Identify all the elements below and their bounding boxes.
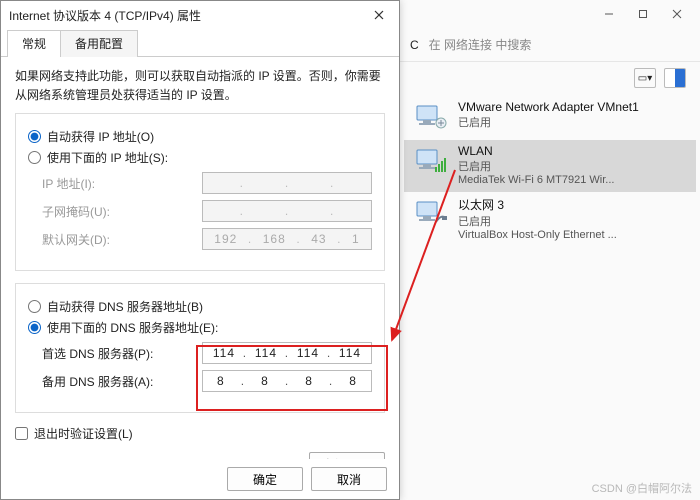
radio-auto-dns[interactable] <box>28 300 41 313</box>
radio-manual-dns[interactable] <box>28 321 41 334</box>
maximize-button[interactable] <box>626 2 660 26</box>
search-input[interactable]: 在 网络连接 中搜索 <box>429 36 690 53</box>
ip-group: 自动获得 IP 地址(O) 使用下面的 IP 地址(S): IP 地址(I): … <box>15 113 385 271</box>
tab-bar: 常规 备用配置 <box>1 29 399 57</box>
adapter-desc: VirtualBox Host-Only Ethernet ... <box>458 229 688 241</box>
validate-label: 退出时验证设置(L) <box>34 425 133 442</box>
advanced-button[interactable]: 高级(V)... <box>309 452 385 459</box>
pref-dns-label: 首选 DNS 服务器(P): <box>42 345 202 362</box>
adapter-status: 已启用 <box>458 114 688 130</box>
adapter-icon <box>412 144 450 178</box>
ok-button[interactable]: 确定 <box>227 467 303 491</box>
cancel-button[interactable]: 取消 <box>311 467 387 491</box>
radio-auto-ip[interactable] <box>28 130 41 143</box>
dialog-close-button[interactable] <box>367 3 391 27</box>
search-placeholder: 在 网络连接 中搜索 <box>429 36 532 53</box>
adapter-icon <box>412 196 450 230</box>
minimize-button[interactable] <box>592 2 626 26</box>
radio-manual-ip[interactable] <box>28 151 41 164</box>
window-close-button[interactable] <box>660 2 694 26</box>
ip-address-field: ... <box>202 172 372 194</box>
dialog-titlebar: Internet 协议版本 4 (TCP/IPv4) 属性 <box>1 1 399 29</box>
nav-back-icon[interactable]: C <box>410 38 419 52</box>
radio-auto-dns-label: 自动获得 DNS 服务器地址(B) <box>47 298 203 315</box>
adapter-item-vmnet1[interactable]: VMware Network Adapter VMnet1 已启用 <box>404 96 696 140</box>
adapter-name: WLAN <box>458 144 688 158</box>
subnet-mask-label: 子网掩码(U): <box>42 203 202 220</box>
view-mode-button[interactable]: ▭▾ <box>634 68 656 88</box>
dialog-footer: 确定 取消 <box>1 459 399 499</box>
radio-manual-dns-label: 使用下面的 DNS 服务器地址(E): <box>47 319 218 336</box>
preview-pane-button[interactable] <box>664 68 686 88</box>
adapter-list: VMware Network Adapter VMnet1 已启用 WLAN 已… <box>400 90 700 253</box>
adapter-name: VMware Network Adapter VMnet1 <box>458 100 688 114</box>
adapter-item-wlan[interactable]: WLAN 已启用 MediaTek Wi-Fi 6 MT7921 Wir... <box>404 140 696 192</box>
adapter-name: 以太网 3 <box>458 196 688 213</box>
adapter-desc: MediaTek Wi-Fi 6 MT7921 Wir... <box>458 174 688 186</box>
ip-address-label: IP 地址(I): <box>42 175 202 192</box>
address-toolbar: C 在 网络连接 中搜索 <box>400 28 700 62</box>
background-window: C 在 网络连接 中搜索 ▭▾ VMware Network Adapter V… <box>400 0 700 500</box>
radio-auto-ip-label: 自动获得 IP 地址(O) <box>47 128 154 145</box>
adapter-status: 已启用 <box>458 213 688 229</box>
gateway-field: 192. 168. 43. 1 <box>202 228 372 250</box>
tab-alternate[interactable]: 备用配置 <box>60 30 138 57</box>
alt-dns-label: 备用 DNS 服务器(A): <box>42 373 202 390</box>
validate-checkbox[interactable] <box>15 427 28 440</box>
tab-general[interactable]: 常规 <box>7 30 61 57</box>
subnet-mask-field: ... <box>202 200 372 222</box>
window-titlebar <box>400 0 700 28</box>
radio-manual-ip-label: 使用下面的 IP 地址(S): <box>47 149 168 166</box>
intro-text: 如果网络支持此功能，则可以获取自动指派的 IP 设置。否则，你需要从网络系统管理… <box>15 67 385 105</box>
adapter-icon <box>412 100 450 134</box>
alt-dns-field[interactable]: 8. 8. 8. 8 <box>202 370 372 392</box>
tcpip-properties-dialog: Internet 协议版本 4 (TCP/IPv4) 属性 常规 备用配置 如果… <box>0 0 400 500</box>
adapter-status: 已启用 <box>458 158 688 174</box>
adapter-item-ethernet3[interactable]: 以太网 3 已启用 VirtualBox Host-Only Ethernet … <box>404 192 696 247</box>
dialog-title: Internet 协议版本 4 (TCP/IPv4) 属性 <box>9 7 367 24</box>
dns-group: 自动获得 DNS 服务器地址(B) 使用下面的 DNS 服务器地址(E): 首选… <box>15 283 385 413</box>
gateway-label: 默认网关(D): <box>42 231 202 248</box>
pref-dns-field[interactable]: 114. 114. 114. 114 <box>202 342 372 364</box>
watermark: CSDN @白帽阿尔法 <box>592 480 692 496</box>
